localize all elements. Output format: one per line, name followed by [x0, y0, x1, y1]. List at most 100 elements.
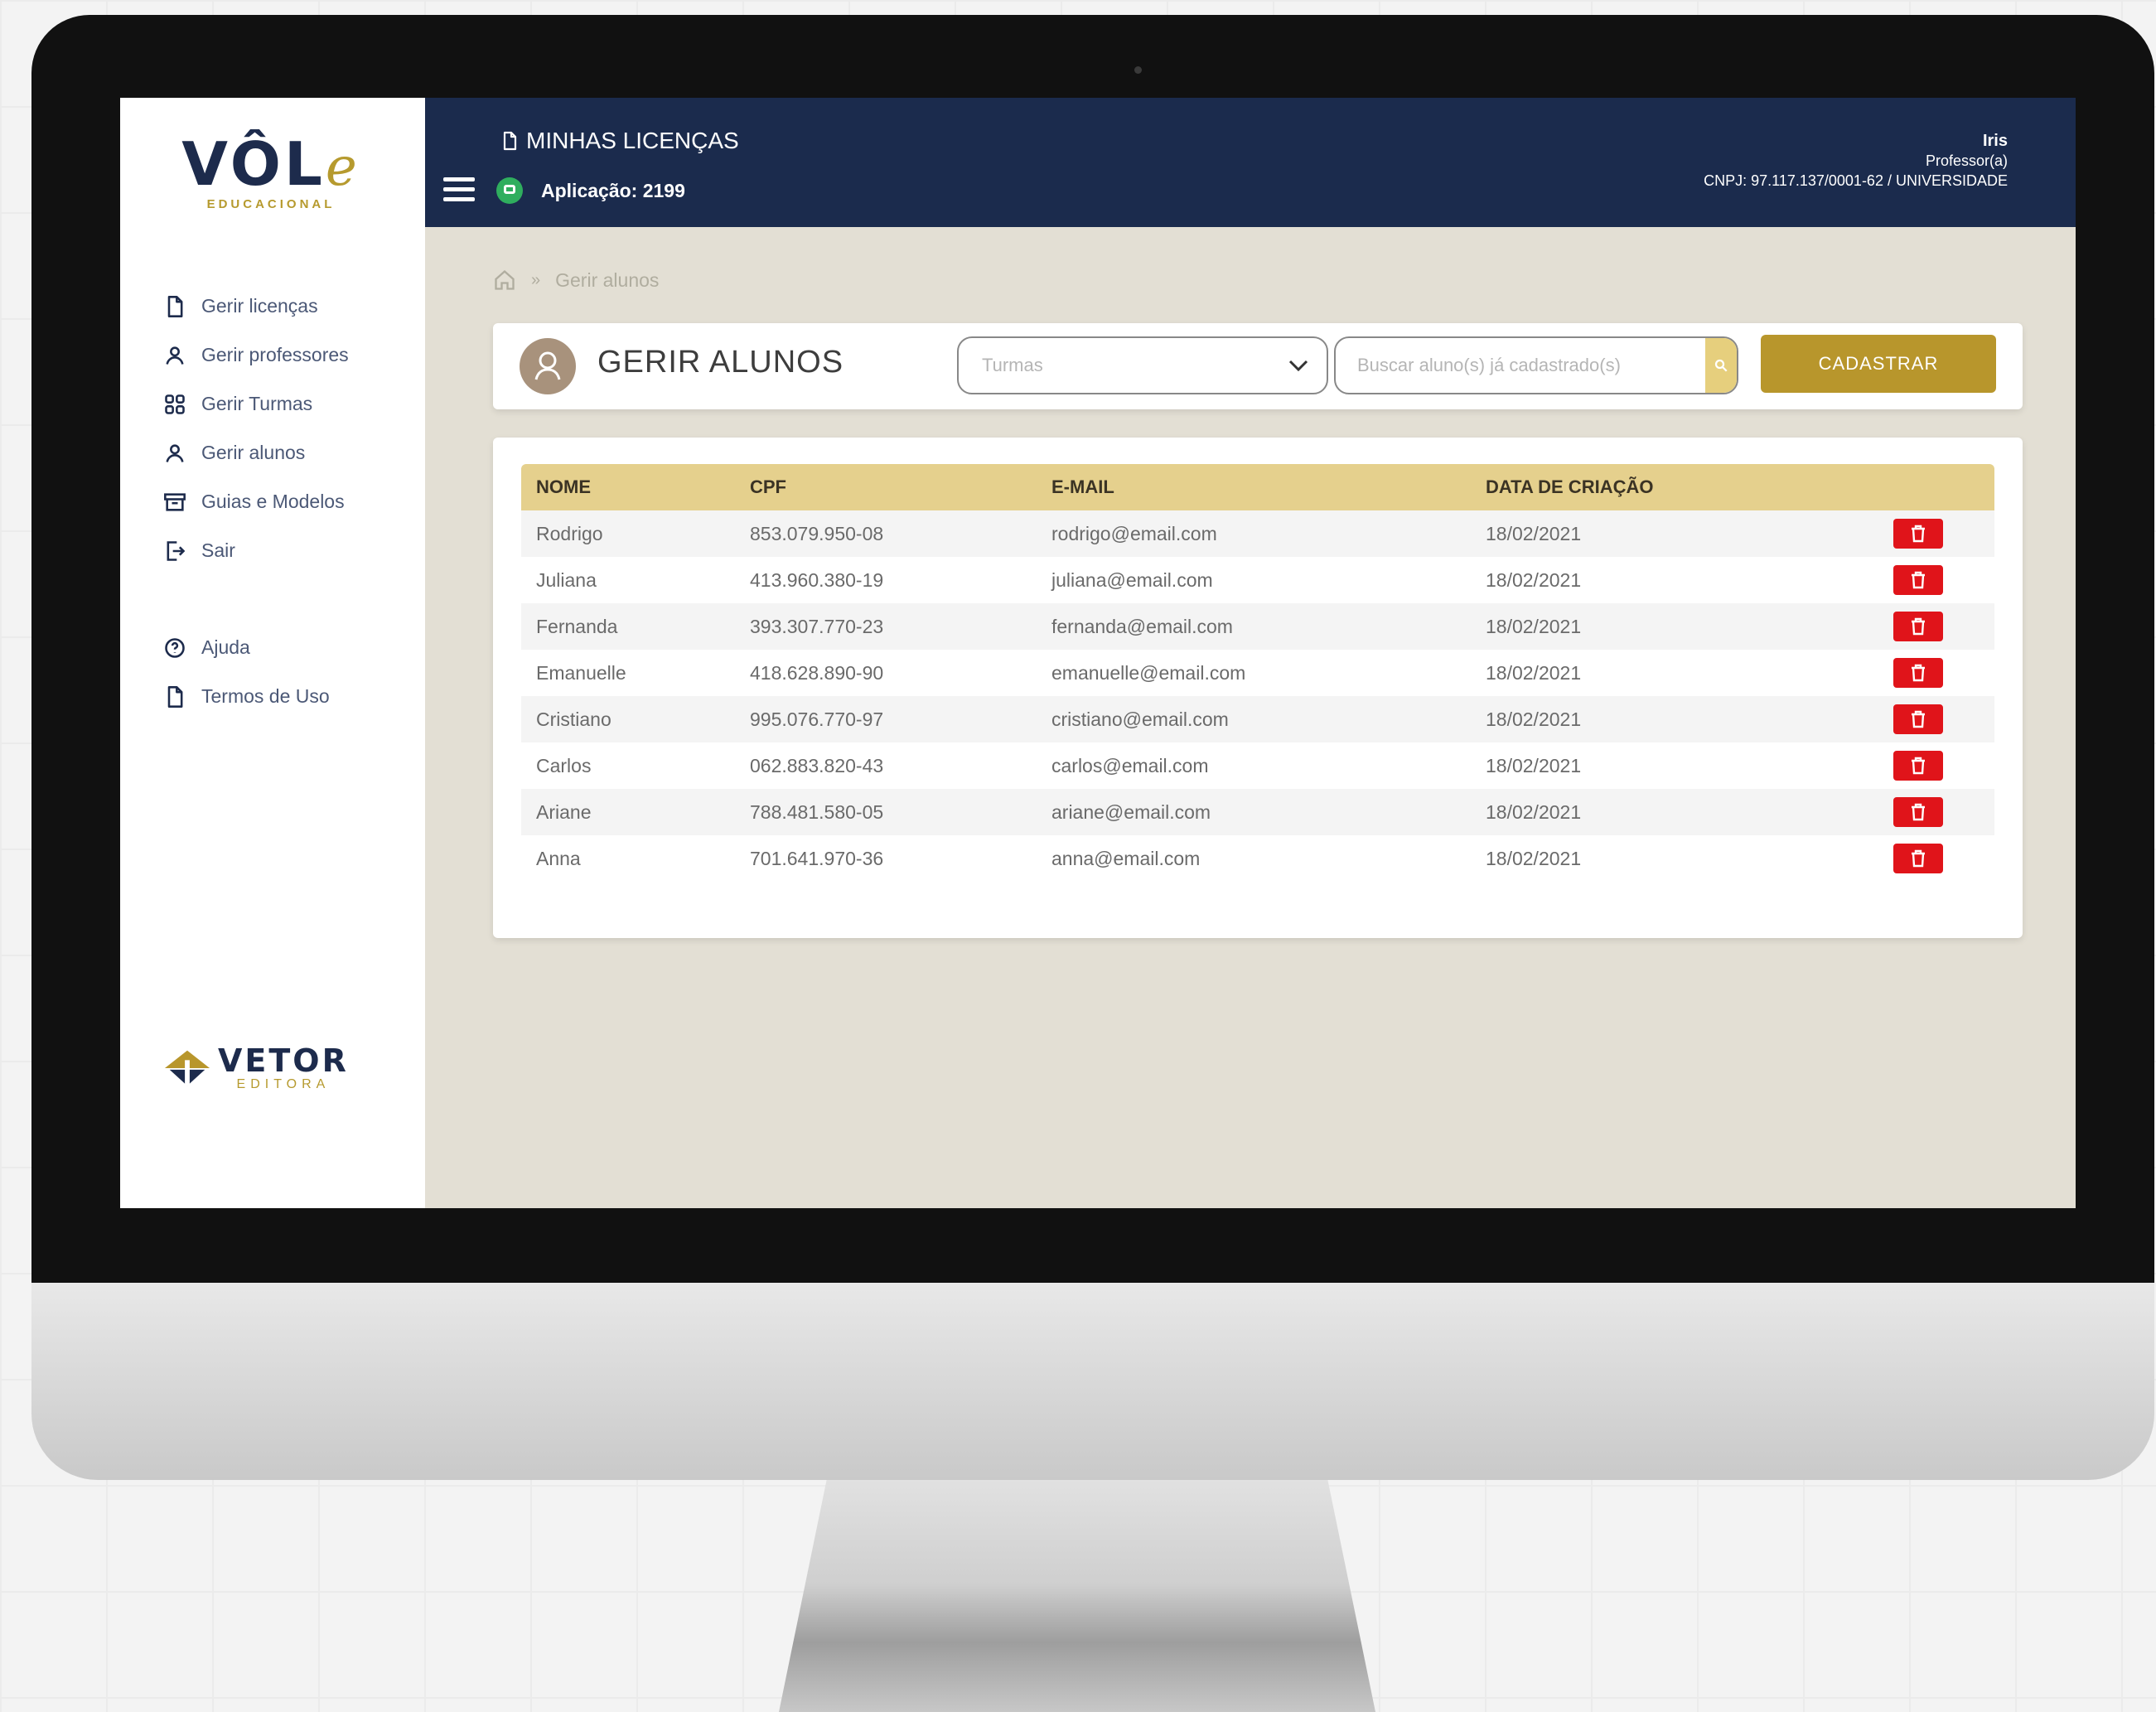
section-title: GERIR ALUNOS: [597, 345, 844, 380]
students-table-card: NOME CPF E-MAIL DATA DE CRIAÇÃO Rodrigo …: [493, 438, 2023, 938]
search-field: [1334, 336, 1738, 394]
cell-data: 18/02/2021: [1486, 708, 1582, 730]
register-button[interactable]: CADASTRAR: [1761, 335, 1996, 393]
cell-cpf: 853.079.950-08: [750, 522, 884, 544]
logo-word: VÔL: [181, 129, 326, 199]
trash-icon: [1912, 664, 1925, 682]
cell-data: 18/02/2021: [1486, 754, 1582, 776]
sidebar-item-gerir-licencas[interactable]: Gerir licenças: [163, 282, 349, 331]
cell-nome: Cristiano: [536, 708, 612, 730]
cell-cpf: 413.960.380-19: [750, 568, 884, 591]
delete-button[interactable]: [1893, 844, 1943, 873]
sidebar-item-label: Ajuda: [201, 636, 250, 658]
column-header-nome[interactable]: NOME: [521, 476, 750, 498]
column-header-email[interactable]: E-MAIL: [1051, 476, 1486, 498]
turmas-select[interactable]: Turmas: [957, 336, 1328, 394]
delete-button[interactable]: [1893, 612, 1943, 641]
user-icon: [166, 443, 184, 462]
cell-cpf: 418.628.890-90: [750, 661, 884, 684]
sidebar-item-sair[interactable]: Sair: [163, 526, 349, 575]
table-row[interactable]: Fernanda 393.307.770-23 fernanda@email.c…: [521, 603, 1994, 650]
cell-email: anna@email.com: [1051, 847, 1201, 869]
trash-icon: [1912, 571, 1925, 589]
cell-nome: Carlos: [536, 754, 592, 776]
file-icon: [167, 685, 183, 708]
table-row[interactable]: Ariane 788.481.580-05 ariane@email.com 1…: [521, 789, 1994, 835]
publisher-name: VETOR: [218, 1042, 349, 1079]
sidebar-item-guias-modelos[interactable]: Guias e Modelos: [163, 477, 349, 526]
search-button[interactable]: [1705, 338, 1737, 393]
turmas-select-value: Turmas: [982, 355, 1043, 375]
sidebar-item-ajuda[interactable]: Ajuda: [163, 623, 349, 672]
user-name: Iris: [1982, 132, 2008, 150]
column-header-data[interactable]: DATA DE CRIAÇÃO: [1486, 476, 1893, 498]
user-info[interactable]: Iris Professor(a) CNPJ: 97.117.137/0001-…: [1704, 131, 2008, 191]
breadcrumb: » Gerir alunos: [493, 268, 659, 292]
logo-e: e: [325, 137, 360, 198]
sidebar-item-gerir-alunos[interactable]: Gerir alunos: [163, 428, 349, 477]
table-row[interactable]: Rodrigo 853.079.950-08 rodrigo@email.com…: [521, 510, 1994, 557]
sidebar-item-label: Gerir professores: [201, 344, 349, 365]
application-icon: [496, 177, 523, 204]
cell-email: cristiano@email.com: [1051, 708, 1229, 730]
logo-subtitle: EDUCACIONAL: [206, 197, 336, 211]
user-role: Professor(a): [1925, 152, 2008, 169]
monitor-chin: [31, 1283, 2154, 1480]
search-input[interactable]: [1336, 354, 1705, 377]
grid-icon: [165, 394, 185, 414]
avatar: [520, 338, 576, 394]
cell-cpf: 062.883.820-43: [750, 754, 884, 776]
user-icon: [166, 346, 184, 365]
trash-icon: [1912, 757, 1925, 775]
cell-data: 18/02/2021: [1486, 661, 1582, 684]
cell-email: ariane@email.com: [1051, 800, 1211, 823]
sidebar-nav: Gerir licenças Gerir professores Gerir T…: [163, 282, 349, 721]
user-organization: CNPJ: 97.117.137/0001-62 / UNIVERSIDADE: [1704, 172, 2008, 189]
delete-button[interactable]: [1893, 519, 1943, 549]
sidebar-item-label: Gerir licenças: [201, 295, 318, 317]
cell-cpf: 701.641.970-36: [750, 847, 884, 869]
sidebar-item-gerir-turmas[interactable]: Gerir Turmas: [163, 380, 349, 428]
sidebar-item-label: Gerir Turmas: [201, 393, 313, 414]
delete-button[interactable]: [1893, 751, 1943, 781]
app-screen: VÔLe EDUCACIONAL Gerir licenças Gerir pr…: [120, 98, 2076, 1208]
help-icon: [165, 637, 185, 658]
sidebar-item-label: Gerir alunos: [201, 442, 306, 463]
cell-email: emanuelle@email.com: [1051, 661, 1246, 684]
menu-icon[interactable]: [443, 177, 475, 202]
table-row[interactable]: Carlos 062.883.820-43 carlos@email.com 1…: [521, 742, 1994, 789]
cell-data: 18/02/2021: [1486, 568, 1582, 591]
sidebar-item-gerir-professores[interactable]: Gerir professores: [163, 331, 349, 380]
header-card: GERIR ALUNOS Turmas CADASTRAR: [493, 323, 2023, 409]
vole-logo: VÔLe EDUCACIONAL: [180, 133, 362, 211]
delete-button[interactable]: [1893, 797, 1943, 827]
page-title-text: MINHAS LICENÇAS: [526, 128, 739, 153]
trash-icon: [1912, 849, 1925, 868]
application-label: Aplicação: 2199: [541, 179, 685, 201]
top-bar: MINHAS LICENÇAS Aplicação: 2199 Iris Pro…: [425, 98, 2076, 227]
sidebar-item-termos-uso[interactable]: Termos de Uso: [163, 672, 349, 721]
home-icon[interactable]: [493, 268, 516, 292]
cell-data: 18/02/2021: [1486, 522, 1582, 544]
trash-icon: [1912, 525, 1925, 543]
table-row[interactable]: Juliana 413.960.380-19 juliana@email.com…: [521, 557, 1994, 603]
cell-nome: Rodrigo: [536, 522, 603, 544]
camera: [1134, 66, 1142, 74]
sidebar-item-label: Termos de Uso: [201, 685, 330, 707]
delete-button[interactable]: [1893, 704, 1943, 734]
cell-data: 18/02/2021: [1486, 615, 1582, 637]
trash-icon: [1912, 803, 1925, 821]
file-icon: [503, 131, 517, 151]
delete-button[interactable]: [1893, 658, 1943, 688]
breadcrumb-current: Gerir alunos: [555, 268, 660, 291]
chevron-right-icon: »: [531, 270, 541, 289]
table-row[interactable]: Emanuelle 418.628.890-90 emanuelle@email…: [521, 650, 1994, 696]
cell-nome: Anna: [536, 847, 581, 869]
sidebar-item-label: Guias e Modelos: [201, 491, 345, 512]
cell-nome: Juliana: [536, 568, 597, 591]
delete-button[interactable]: [1893, 565, 1943, 595]
cell-email: rodrigo@email.com: [1051, 522, 1217, 544]
table-row[interactable]: Cristiano 995.076.770-97 cristiano@email…: [521, 696, 1994, 742]
table-row[interactable]: Anna 701.641.970-36 anna@email.com 18/02…: [521, 835, 1994, 882]
column-header-cpf[interactable]: CPF: [750, 476, 1051, 498]
